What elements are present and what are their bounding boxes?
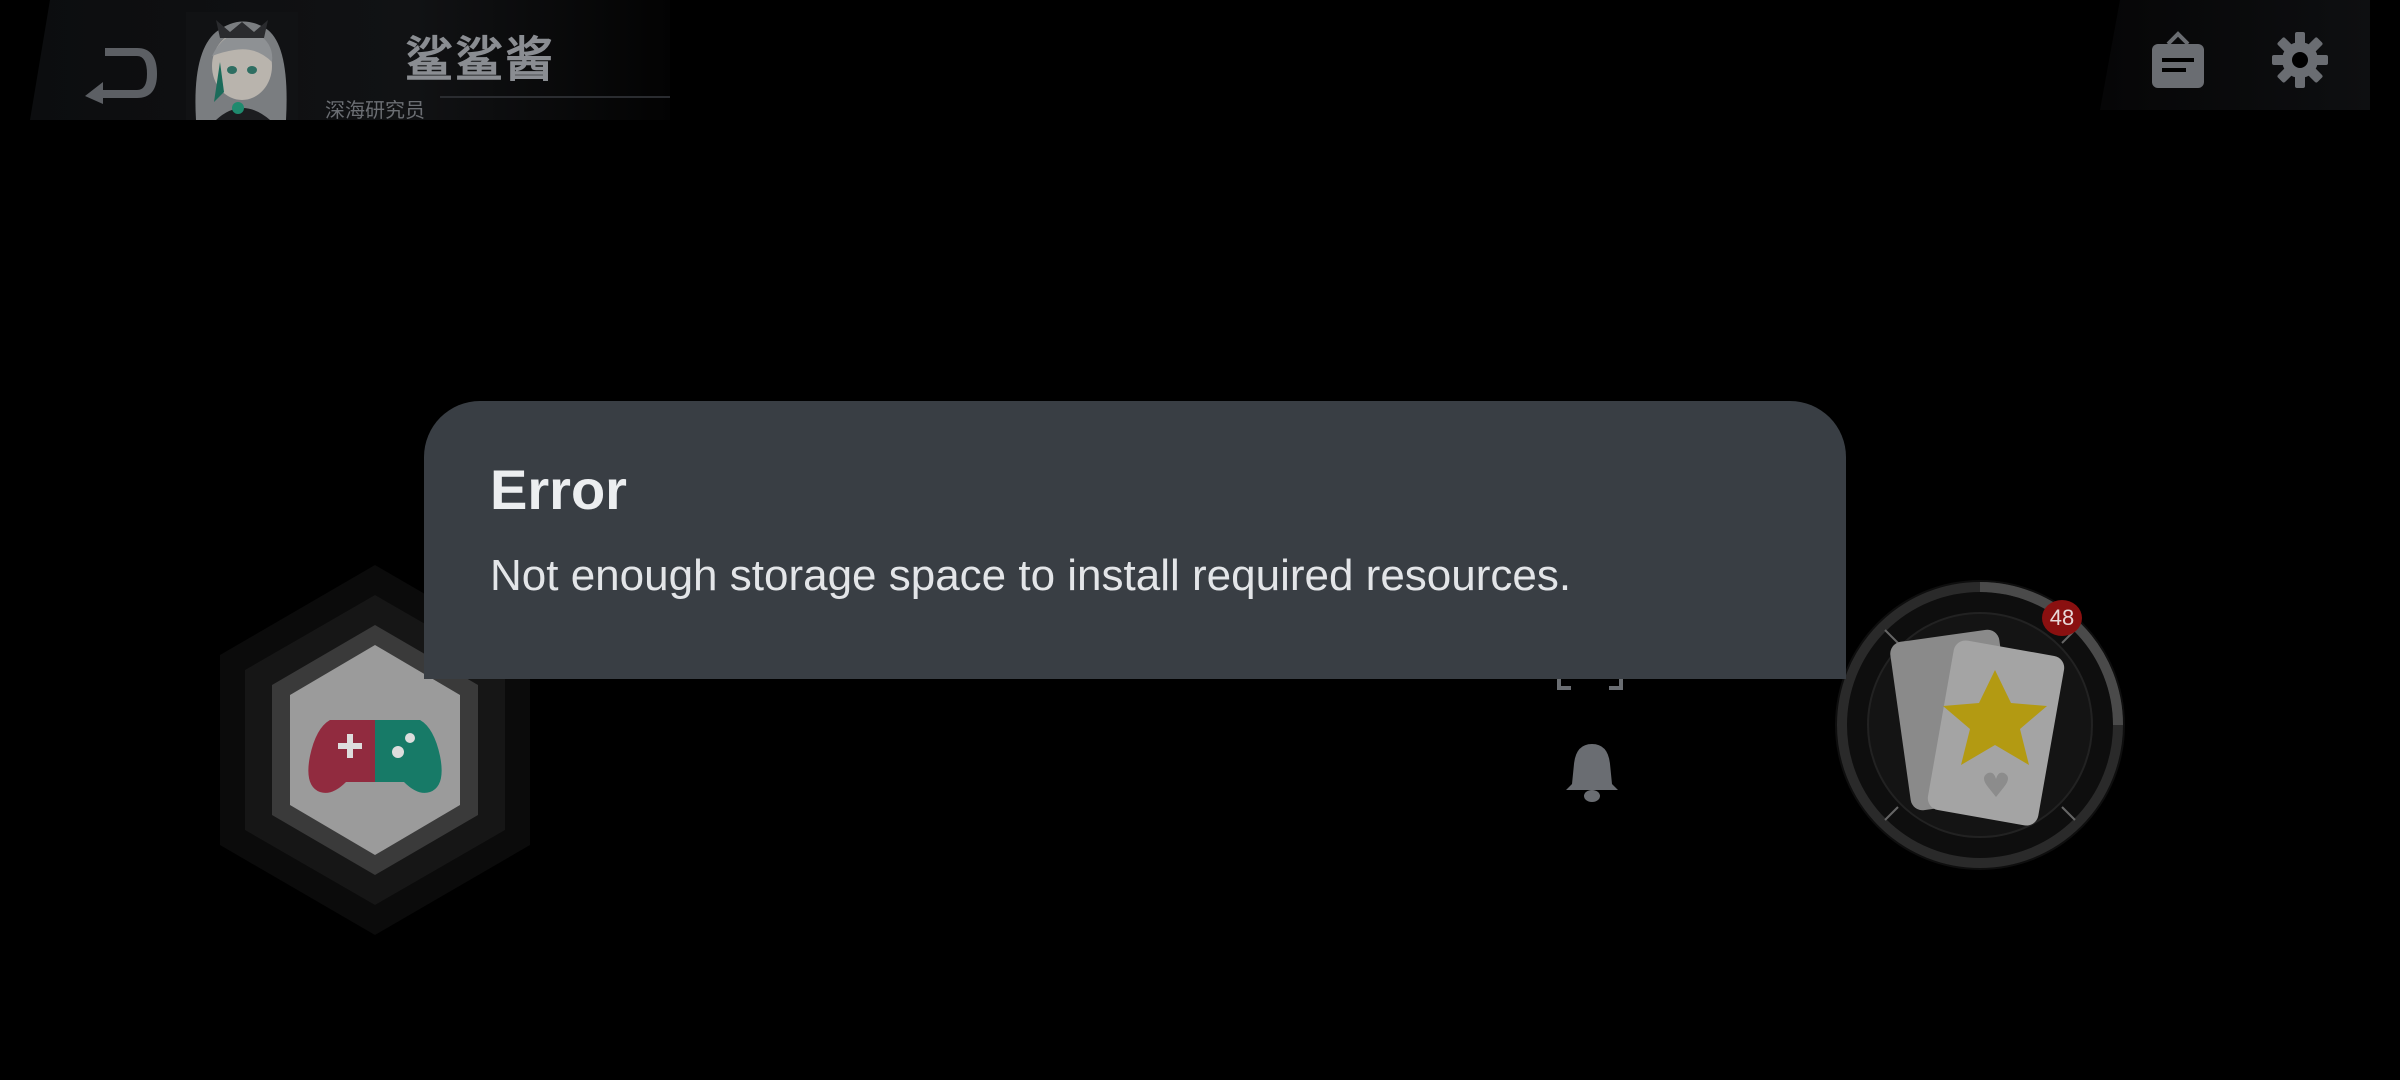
game-home-screen: 鲨鲨酱 深海研究员 48 Error Not enough storage sp… <box>0 0 2400 1080</box>
back-arrow-icon <box>85 48 157 104</box>
notification-bell-button[interactable] <box>1562 740 1622 804</box>
gacha-count-badge: 48 <box>2042 600 2082 636</box>
back-button[interactable] <box>75 44 165 104</box>
gacha-card-icon <box>1835 580 2125 870</box>
settings-button[interactable] <box>2270 30 2330 90</box>
notice-board-button[interactable] <box>2150 30 2206 90</box>
character-portrait-icon <box>186 12 298 120</box>
username: 鲨鲨酱 <box>405 32 556 88</box>
notice-board-icon <box>2152 31 2204 88</box>
gear-icon <box>2272 32 2328 88</box>
error-dialog: Error Not enough storage space to instal… <box>424 401 1846 679</box>
name-divider <box>440 96 670 98</box>
gacha-button[interactable] <box>1830 575 2130 875</box>
avatar[interactable] <box>186 12 298 120</box>
bell-icon <box>1566 744 1618 802</box>
dialog-message: Not enough storage space to install requ… <box>490 551 1572 600</box>
dialog-title: Error <box>490 458 627 521</box>
user-title: 深海研究员 <box>325 98 425 122</box>
